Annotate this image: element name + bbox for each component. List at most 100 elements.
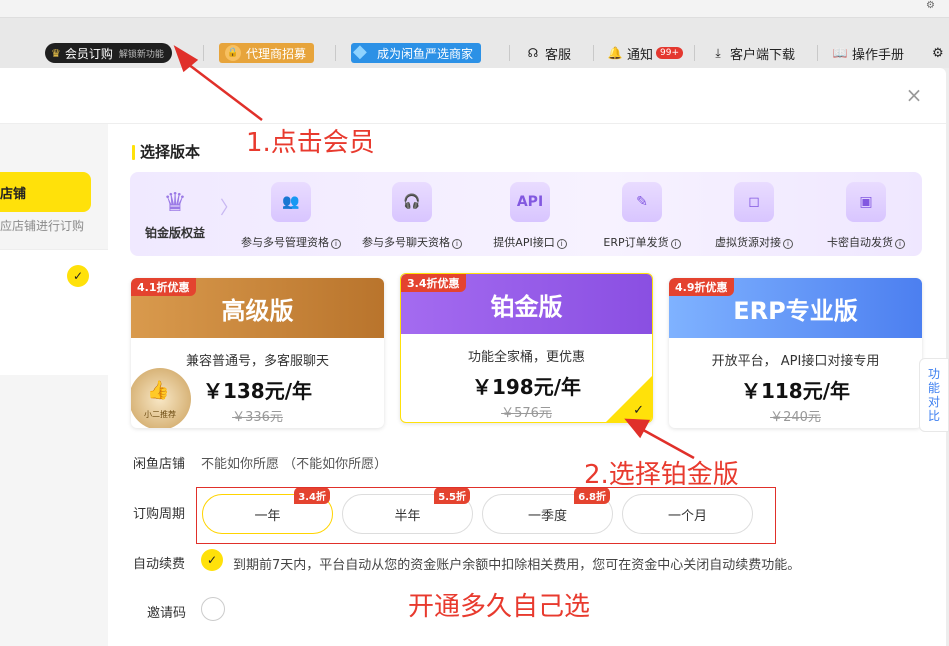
plan-name: ERP专业版	[733, 296, 858, 325]
invite-code-label: 邀请码	[147, 606, 187, 621]
gear-icon[interactable]: ⚙	[926, 0, 935, 11]
annotation-highlight-box	[196, 487, 776, 544]
perk-label: ERP订单发货	[603, 236, 669, 249]
selected-corner	[606, 376, 652, 422]
feature-compare-tab[interactable]: 功 能 对 比	[919, 358, 949, 432]
info-icon[interactable]: i	[452, 239, 462, 249]
compare-tab-char: 对	[927, 395, 940, 409]
api-icon: API	[510, 182, 550, 222]
bag-icon: ◻	[734, 182, 774, 222]
compare-tab-char: 功	[927, 367, 940, 381]
manual-label: 操作手册	[852, 47, 905, 63]
client-download-label: 客户端下载	[730, 47, 796, 63]
crown-icon: ♛	[51, 46, 61, 60]
member-order-label: 会员订购	[64, 46, 113, 61]
shop-tab-label: 店铺	[0, 186, 27, 202]
discount-badge: 4.9折优惠	[669, 278, 734, 296]
plan-name: 高级版	[221, 296, 294, 325]
shop-list-item[interactable]	[0, 249, 108, 375]
perk-item[interactable]: 🎧 参与多号聊天资格 i	[354, 182, 470, 250]
info-icon[interactable]: i	[783, 239, 793, 249]
perk-label: 参与多号管理资格	[241, 236, 329, 249]
compare-tab-char: 能	[927, 381, 940, 395]
notification-count-badge: 99+	[656, 47, 684, 59]
lock-icon: 🔒	[225, 45, 241, 61]
info-icon[interactable]: i	[556, 239, 567, 249]
shop-field-label: 闲鱼店铺	[133, 457, 186, 472]
book-icon: 📖	[832, 46, 848, 60]
plan-header: 4.9折优惠 ERP专业版	[669, 278, 922, 338]
section-title: 选择版本	[132, 143, 200, 161]
perk-item[interactable]: ◻ 虚拟货源对接 i	[696, 182, 812, 250]
auto-renew-label: 自动续费	[133, 557, 186, 572]
settings-icon[interactable]: ⚙	[932, 43, 944, 63]
download-icon: ⤓	[715, 45, 721, 60]
customer-service-link[interactable]: ☊ 客服	[526, 43, 571, 63]
annotation-step-2: 2.选择铂金版	[584, 460, 739, 490]
auto-renew-checkbox[interactable]: ✓	[201, 549, 223, 571]
select-merchant-button[interactable]: ◆ 成为闲鱼严选商家	[351, 41, 482, 63]
shop-field-value: 不能如你所愿 （不能如你所愿）	[201, 457, 388, 472]
perks-header-label: 铂金版权益	[144, 225, 205, 240]
plan-card-erp[interactable]: 4.9折优惠 ERP专业版 开放平台， API接口对接专用 ￥118元/年 ￥2…	[669, 278, 922, 428]
member-order-button[interactable]: ♛ 会员订购 解锁新功能	[45, 43, 172, 63]
modal-header	[0, 68, 946, 124]
info-icon[interactable]: i	[670, 239, 681, 249]
perk-label: 参与多号聊天资格	[362, 236, 450, 249]
manual-link[interactable]: 📖 操作手册	[833, 43, 904, 63]
period-field-label: 订购周期	[133, 507, 186, 522]
headset-icon: ☊	[527, 46, 539, 60]
nav-divider	[335, 45, 336, 61]
diamond-icon: ◆	[353, 41, 367, 62]
client-download-link[interactable]: ⤓ 客户端下载	[711, 43, 795, 63]
plan-description: 功能全家桶，更优惠	[467, 350, 585, 365]
perks-header: ♛ 铂金版权益	[130, 172, 220, 256]
perk-item[interactable]: 👥 参与多号管理资格 i	[233, 182, 349, 250]
nav-divider	[817, 45, 818, 61]
user-group-icon: 👥	[271, 182, 311, 222]
thumbs-up-icon: 👍	[147, 380, 170, 401]
info-icon[interactable]: i	[895, 239, 905, 249]
notifications-link[interactable]: 🔔 通知 99+	[607, 43, 684, 63]
perk-label: 卡密自动发货	[827, 236, 893, 249]
perk-label: 虚拟货源对接	[715, 236, 781, 249]
invite-code-radio[interactable]	[201, 597, 225, 621]
plan-price: ￥118元/年	[740, 379, 851, 403]
recommend-seal: 👍 小二推荐	[131, 368, 191, 428]
discount-badge: 4.1折优惠	[131, 278, 196, 296]
card-icon: ▣	[846, 182, 886, 222]
info-icon[interactable]: i	[331, 239, 341, 249]
plan-card-platinum[interactable]: 3.4折优惠 铂金版 功能全家桶，更优惠 ￥198元/年 ￥576元 ✓	[400, 273, 653, 423]
nav-divider	[509, 45, 510, 61]
perk-label: 提供API接口	[493, 236, 555, 249]
plan-description: 兼容普通号，多客服聊天	[185, 354, 329, 369]
bell-icon: 🔔	[607, 46, 623, 60]
check-icon[interactable]: ✓	[67, 265, 89, 287]
plan-header: 3.4折优惠 铂金版	[401, 274, 652, 334]
nav-divider	[694, 45, 695, 61]
shop-tab-active[interactable]: 店铺	[0, 172, 91, 212]
select-merchant-label: 成为闲鱼严选商家	[377, 46, 474, 61]
discount-badge: 3.4折优惠	[401, 274, 466, 292]
perk-item[interactable]: API 提供API接口 i	[472, 182, 588, 250]
order-icon: ✎	[622, 182, 662, 222]
plan-card-advanced[interactable]: 4.1折优惠 高级版 兼容普通号，多客服聊天 ￥138元/年 ￥336元 👍 小…	[131, 278, 384, 428]
perk-item[interactable]: ▣ 卡密自动发货 i	[808, 182, 922, 250]
crown-icon: ♛	[163, 187, 187, 218]
annotation-period-note: 开通多久自己选	[408, 592, 591, 622]
plan-description: 开放平台， API接口对接专用	[711, 354, 880, 369]
plan-header: 4.1折优惠 高级版	[131, 278, 384, 338]
perk-item[interactable]: ✎ ERP订单发货 i	[584, 182, 700, 250]
annotation-step-1: 1.点击会员	[246, 128, 375, 158]
auto-renew-text: 到期前7天内，平台自动从您的资金账户余额中扣除相关费用，您可在资金中心关闭自动续…	[233, 558, 801, 573]
top-strip: ⚙	[0, 0, 949, 18]
check-icon: ✓	[633, 403, 644, 418]
member-order-sublabel: 解锁新功能	[118, 49, 164, 60]
notifications-label: 通知	[627, 47, 654, 63]
shop-hint-text: 应店铺进行订购	[0, 219, 85, 233]
close-icon[interactable]: ×	[904, 85, 924, 105]
plan-original-price: ￥240元	[770, 410, 821, 425]
headset-icon: 🎧	[392, 182, 432, 222]
seal-text: 小二推荐	[144, 410, 176, 419]
agent-recruit-button[interactable]: 🔒 代理商招募	[219, 43, 315, 63]
